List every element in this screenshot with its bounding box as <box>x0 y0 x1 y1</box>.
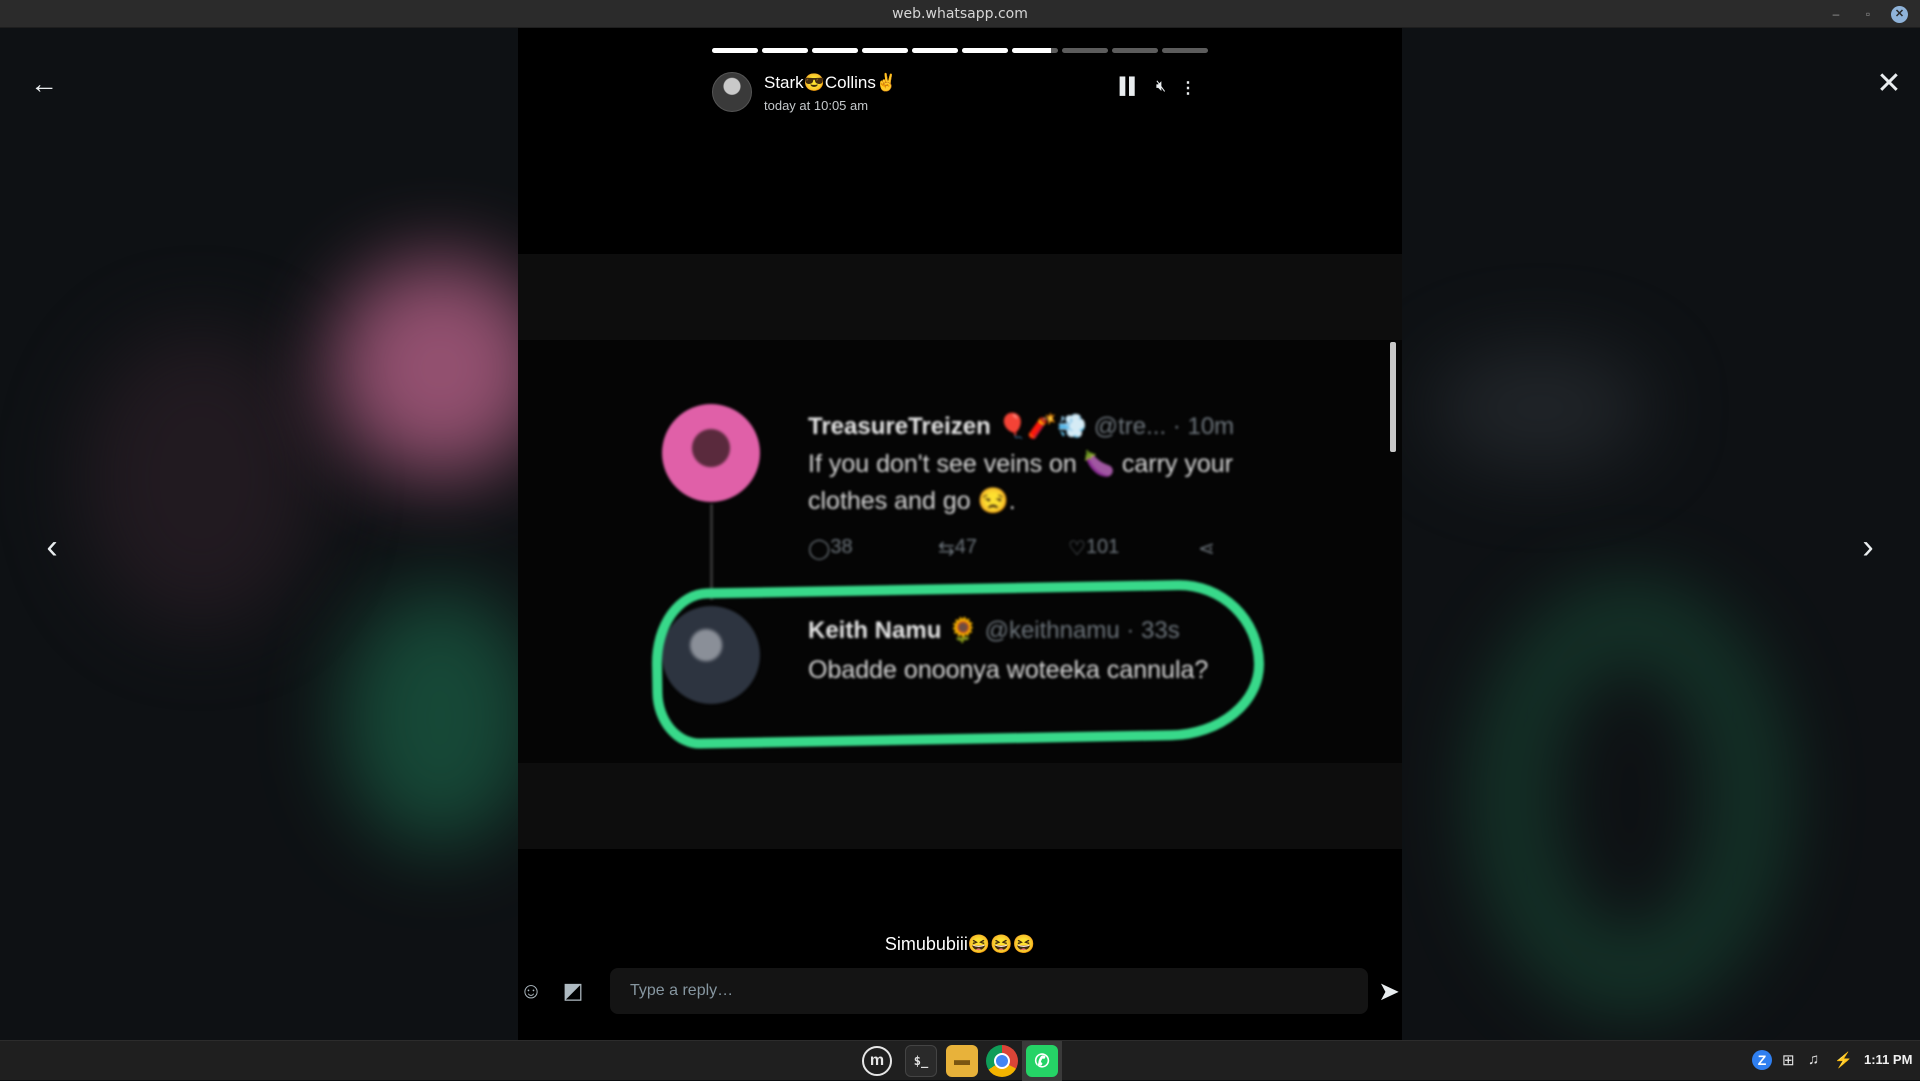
network-icon[interactable]: ⊞ <box>1782 1051 1795 1069</box>
tweet-author: TreasureTreizen 🎈🧨💨 @tre... · 10m <box>808 413 1235 440</box>
send-icon[interactable]: ➤ <box>1374 976 1404 1006</box>
progress-segment <box>1062 48 1108 53</box>
window-close-icon[interactable]: ✕ <box>1891 6 1908 23</box>
avatar[interactable] <box>712 72 752 112</box>
progress-segment <box>1112 48 1158 53</box>
mute-icon[interactable]: 🔇︎ <box>1150 78 1172 96</box>
chevron-right-icon[interactable]: › <box>1852 530 1884 565</box>
arrow-left-icon[interactable]: ← <box>28 70 60 102</box>
maximize-icon[interactable]: ▫ <box>1860 6 1876 22</box>
mint-menu-icon[interactable]: m <box>862 1046 892 1076</box>
story-caption: Simububiii😆😆😆 <box>884 934 1036 954</box>
pause-icon[interactable]: ▌▌ <box>1118 78 1141 96</box>
terminal-icon[interactable]: $_ <box>905 1045 937 1077</box>
highlight-circle <box>650 578 1266 750</box>
status-viewer: ← ✕ ‹ › Stark😎Collins✌ today at 10:05 am… <box>0 28 1920 1040</box>
story-panel[interactable]: Stark😎Collins✌ today at 10:05 am ▌▌ 🔇︎ ⋮… <box>518 28 1402 1040</box>
zoom-tray-icon[interactable]: Z <box>1752 1050 1772 1070</box>
taskbar: m $_ ▬ ✆ Z ⊞ ♫ ⚡ 1:11 PM <box>0 1040 1920 1081</box>
window-title: web.whatsapp.com <box>892 6 1028 22</box>
progress-segment <box>762 48 808 53</box>
story-media: TreasureTreizen 🎈🧨💨 @tre... · 10m If you… <box>518 254 1402 849</box>
power-icon[interactable]: ⚡ <box>1834 1051 1853 1069</box>
progress-segment <box>812 48 858 53</box>
share-icon: ⋖ <box>1198 538 1215 560</box>
progress-segment <box>962 48 1008 53</box>
progress-segment <box>1162 48 1208 53</box>
story-progress <box>712 48 1208 53</box>
story-header: Stark😎Collins✌ today at 10:05 am ▌▌ 🔇︎ ⋮ <box>712 72 1208 118</box>
tweet-screenshot: TreasureTreizen 🎈🧨💨 @tre... · 10m If you… <box>648 384 1268 750</box>
music-icon[interactable]: ♫ <box>1808 1051 1819 1068</box>
retweet-count: ⇆ 47 <box>938 536 978 560</box>
progress-segment <box>712 48 758 53</box>
media-scrollbar <box>1390 342 1396 452</box>
tweet-text: If you don't see veins on 🍆 carry your <box>808 450 1233 478</box>
sticker-icon[interactable]: ◩ <box>560 978 586 1004</box>
progress-segment <box>912 48 958 53</box>
tweet-actions: ◯ 38 ⇆ 47 ♡ 101 ⋖ <box>808 536 1228 566</box>
progress-segment <box>862 48 908 53</box>
tweet-avatar <box>662 404 760 502</box>
chrome-icon[interactable] <box>986 1045 1018 1077</box>
like-count: ♡ 101 <box>1068 536 1120 560</box>
minimize-icon[interactable]: – <box>1828 6 1844 22</box>
chevron-left-icon[interactable]: ‹ <box>36 530 68 565</box>
tweet-text: clothes and go 😒. <box>808 487 1016 515</box>
reply-input[interactable] <box>610 968 1368 1014</box>
files-icon[interactable]: ▬ <box>946 1045 978 1077</box>
whatsapp-icon[interactable]: ✆ <box>1026 1045 1058 1077</box>
reply-count: ◯ 38 <box>808 536 853 560</box>
clock[interactable]: 1:11 PM <box>1864 1052 1912 1067</box>
contact-name[interactable]: Stark😎Collins✌ <box>764 73 897 93</box>
window-titlebar: web.whatsapp.com – ▫ ✕ <box>0 0 1920 28</box>
story-timestamp: today at 10:05 am <box>764 98 869 113</box>
reply-bar: ☺ ◩ ➤ <box>518 962 1402 1026</box>
emoji-icon[interactable]: ☺ <box>518 978 544 1004</box>
progress-segment <box>1012 48 1058 53</box>
more-vertical-icon[interactable]: ⋮ <box>1177 78 1199 98</box>
close-icon[interactable]: ✕ <box>1873 69 1905 102</box>
